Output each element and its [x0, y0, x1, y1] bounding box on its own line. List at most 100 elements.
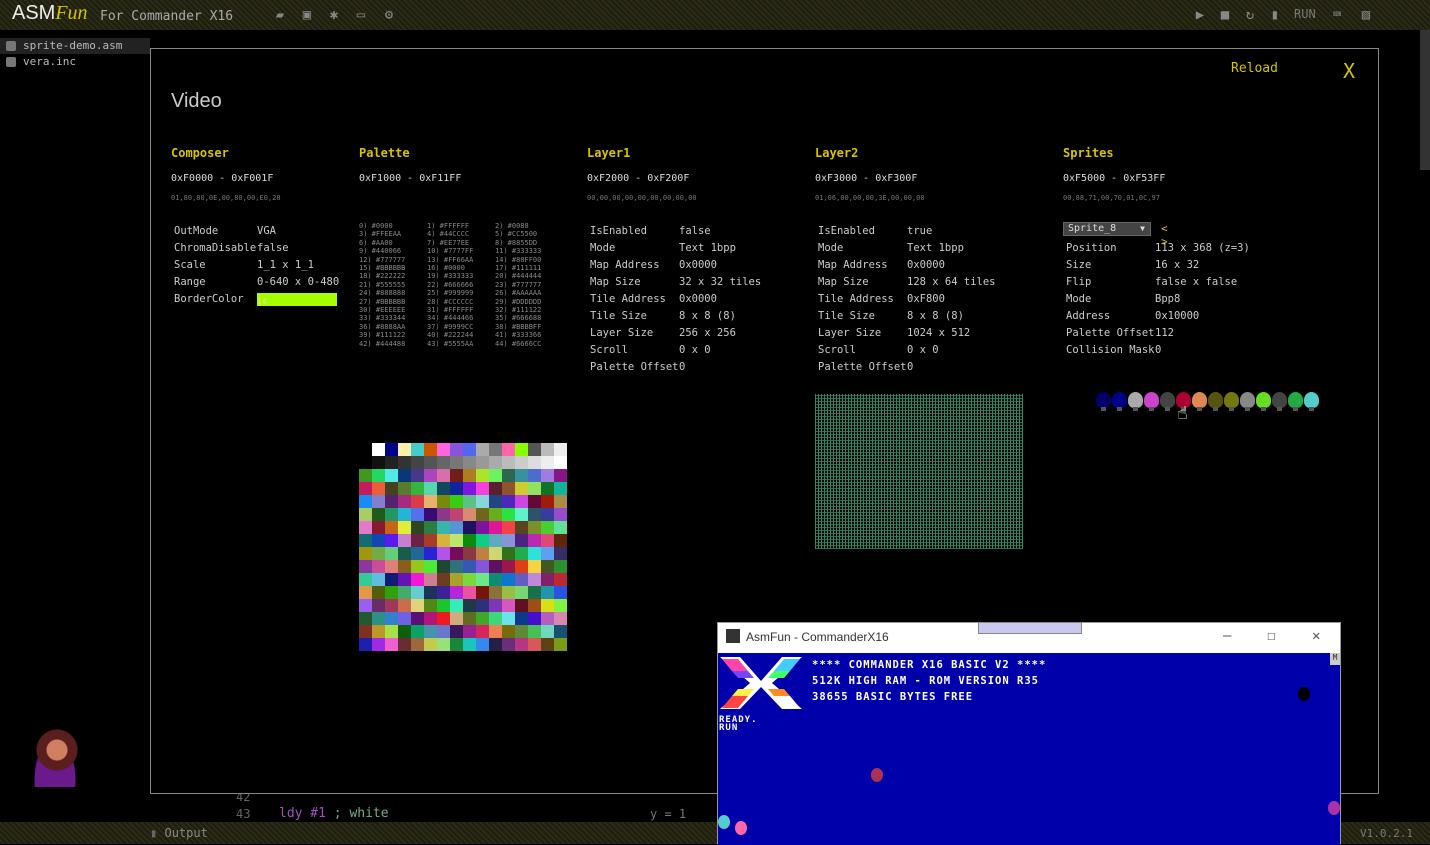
drag-handle[interactable] — [978, 622, 1082, 634]
app-subtitle: For Commander X16 — [100, 9, 234, 24]
palette-swatch — [437, 612, 450, 625]
sprite-thumbnail[interactable] — [1112, 392, 1127, 411]
palette-swatch — [502, 560, 515, 573]
output-tab[interactable]: ▮ Output — [150, 826, 208, 840]
sprite-balloon — [735, 821, 747, 835]
palette-swatch — [528, 508, 541, 521]
palette-swatch — [554, 495, 567, 508]
palette-swatch — [372, 573, 385, 586]
palette-swatch — [476, 625, 489, 638]
section-title: Layer1 — [587, 146, 631, 160]
sprite-thumbnail[interactable] — [1144, 392, 1159, 411]
palette-entry: 36) #8888AA — [359, 322, 406, 331]
palette-swatch — [554, 456, 567, 469]
palette-swatch — [411, 508, 424, 521]
palette-swatch — [541, 573, 554, 586]
palette-swatch — [528, 482, 541, 495]
version-label: V1.0.2.1 — [1360, 827, 1413, 840]
editor-scrollbar[interactable] — [1420, 30, 1430, 170]
palette-swatch — [463, 547, 476, 560]
folder-icon[interactable]: ▰ — [272, 7, 288, 23]
palette-swatch — [554, 534, 567, 547]
sprite-thumbnail[interactable] — [1224, 392, 1239, 411]
bug-icon[interactable]: ✱ — [326, 7, 342, 23]
palette-swatch — [541, 547, 554, 560]
palette-entry: 11) #333333 — [495, 247, 542, 256]
monitor-icon[interactable]: ▭ — [353, 7, 369, 23]
palette-swatch — [450, 508, 463, 521]
sprite-thumbnail[interactable] — [1096, 392, 1111, 411]
sprite-thumbnail[interactable] — [1208, 392, 1223, 411]
palette-swatch — [398, 547, 411, 560]
palette-swatch — [554, 638, 567, 651]
keyboard-icon[interactable]: ⌨ — [1329, 7, 1345, 23]
sprite-thumbnail[interactable] — [1160, 392, 1175, 411]
cursor-info: y = 1 — [650, 807, 687, 821]
palette-swatch — [437, 534, 450, 547]
gear-icon[interactable]: ⚙ — [381, 7, 397, 23]
palette-swatch — [515, 573, 528, 586]
run-button[interactable]: RUN — [1294, 7, 1316, 21]
sprite-thumbnail[interactable] — [1272, 392, 1287, 411]
palette-entry: 4) #44CCCC — [427, 230, 470, 239]
palette-swatch — [398, 560, 411, 573]
palette-swatch — [554, 599, 567, 612]
palette-swatch — [554, 469, 567, 482]
reload-button[interactable]: Reload — [1231, 61, 1278, 76]
palette-swatch — [424, 625, 437, 638]
stop-icon[interactable]: ■ — [1217, 7, 1233, 23]
memory-icon[interactable]: ▮ — [1267, 7, 1283, 23]
palette-swatch — [502, 521, 515, 534]
sprite-thumbnail[interactable] — [1240, 392, 1255, 411]
palette-swatch — [463, 521, 476, 534]
sprite-thumbnail[interactable] — [1288, 392, 1303, 411]
window-title: AsmFun - CommanderX16 — [746, 630, 889, 644]
palette-swatch — [450, 560, 463, 573]
palette-swatch — [398, 495, 411, 508]
palette-swatch — [502, 586, 515, 599]
palette-swatch — [372, 586, 385, 599]
maximize-button[interactable]: ☐ — [1267, 628, 1275, 644]
palette-swatch — [463, 456, 476, 469]
palette-swatch — [398, 521, 411, 534]
sprite-thumbnail[interactable] — [1256, 392, 1271, 411]
palette-swatch — [528, 560, 541, 573]
palette-swatch — [528, 586, 541, 599]
palette-swatch — [450, 534, 463, 547]
palette-swatch — [554, 573, 567, 586]
palette-swatch — [372, 508, 385, 521]
file-item[interactable]: vera.inc — [0, 54, 150, 70]
close-window-button[interactable]: ✕ — [1312, 628, 1320, 644]
save-icon[interactable]: ▣ — [299, 7, 315, 23]
sprite-select[interactable]: Sprite_8 ▼ — [1063, 222, 1151, 236]
palette-swatch — [502, 456, 515, 469]
palette-swatch — [424, 560, 437, 573]
image-icon[interactable]: ▨ — [1358, 7, 1374, 23]
play-icon[interactable]: ▶ — [1192, 7, 1208, 23]
code-line[interactable]: ldy #1 ; white — [279, 806, 389, 821]
close-button[interactable]: X — [1343, 59, 1355, 83]
palette-swatch — [437, 625, 450, 638]
file-item[interactable]: sprite-demo.asm — [0, 38, 150, 54]
palette-entry: 27) #BBBBBB — [359, 297, 406, 306]
palette-swatch — [502, 534, 515, 547]
palette-swatch — [515, 625, 528, 638]
palette-swatch — [463, 508, 476, 521]
palette-swatch — [541, 508, 554, 521]
sprite-balloon — [1328, 801, 1340, 815]
minimize-button[interactable]: — — [1223, 628, 1231, 644]
palette-swatch — [515, 508, 528, 521]
palette-swatch — [437, 482, 450, 495]
palette-swatch — [437, 573, 450, 586]
sprite-thumbnail[interactable] — [1128, 392, 1143, 411]
sprite-thumbnail[interactable] — [1192, 392, 1207, 411]
palette-entry: 8) #8855DD — [495, 238, 538, 247]
file-explorer: sprite-demo.asm vera.inc — [0, 38, 150, 70]
palette-swatch — [359, 612, 372, 625]
sprite-thumbnail[interactable] — [1304, 392, 1319, 411]
refresh-icon[interactable]: ↻ — [1242, 7, 1258, 23]
emulator-screen[interactable]: **** COMMANDER X16 BASIC V2 **** 512K HI… — [718, 653, 1340, 845]
palette-entry: 26) #AAAAAA — [495, 289, 542, 298]
palette-swatch — [385, 521, 398, 534]
palette-swatch — [489, 547, 502, 560]
